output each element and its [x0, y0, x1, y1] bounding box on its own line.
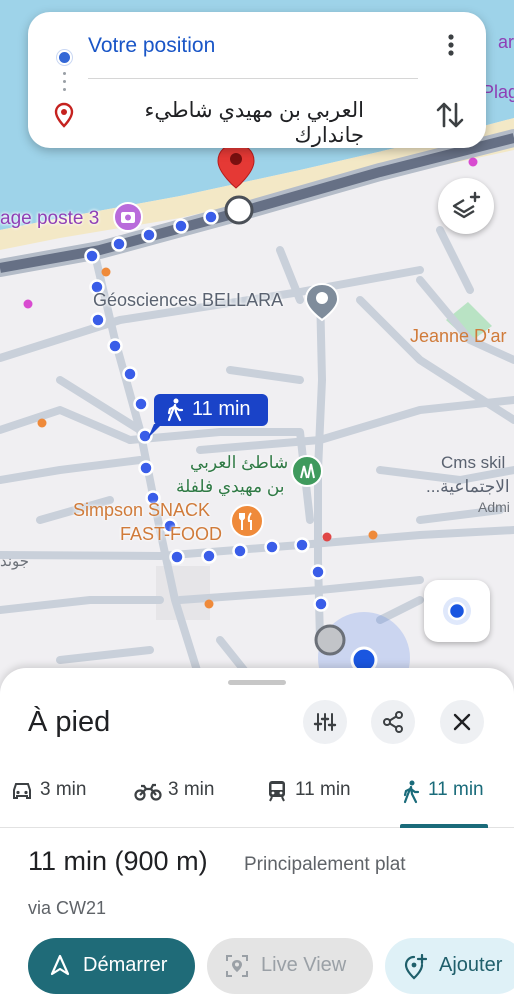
sliders-icon [313, 713, 337, 731]
tab-walk-label: 11 min [428, 779, 484, 800]
destination-field[interactable]: العربي بن مهيدي شاطيء جاندارك [86, 98, 364, 148]
destination-pin-icon [54, 102, 74, 128]
swap-directions-icon[interactable] [434, 98, 466, 132]
map-label-snack-1: Simpson SNACK [73, 500, 211, 520]
route-via: via CW21 [28, 898, 107, 918]
route-duration-bubble[interactable]: 11 min [154, 394, 268, 426]
tab-walk[interactable]: 11 min [402, 766, 502, 828]
tab-car-label: 3 min [40, 779, 87, 800]
drag-handle[interactable] [228, 680, 286, 685]
motorbike-icon [134, 783, 162, 801]
connector-dot [63, 72, 66, 75]
share-button[interactable] [371, 700, 415, 744]
route-options-button[interactable] [303, 700, 347, 744]
navigation-arrow-icon [50, 954, 70, 976]
route-summary: 11 min (900 m) [28, 846, 208, 876]
origin-dot-icon [57, 50, 72, 65]
more-options-icon[interactable] [438, 30, 464, 60]
layers-icon [452, 191, 481, 219]
map-label-park-2: بن مهيدي فلفلة [176, 477, 285, 496]
route-terrain-note: Principalement plat [244, 854, 406, 875]
destination-pin-icon[interactable] [214, 142, 258, 232]
connector-dot [63, 88, 66, 91]
map-label-left-edge: جوند [0, 553, 30, 570]
map-label-park-1: شاطئ العربي [190, 453, 289, 472]
park-poi-icon[interactable] [290, 454, 324, 488]
camera-poi-icon[interactable] [112, 201, 144, 233]
my-location-button[interactable] [424, 580, 490, 642]
car-icon [13, 783, 31, 799]
geosciences-poi-icon[interactable] [304, 282, 340, 322]
tab-motorbike-label: 3 min [168, 779, 215, 800]
add-location-icon [404, 954, 427, 980]
restaurant-poi-icon[interactable] [229, 503, 265, 539]
add-stop-label: Ajouter [439, 954, 503, 976]
live-view-button[interactable]: Live View [207, 938, 373, 994]
travel-mode-tabs: 3 min 3 min 11 min 11 min [0, 766, 514, 828]
map-label-jeanne: Jeanne D'ar [410, 326, 507, 346]
map-view[interactable]: age poste 3 Géosciences BELLARA Jeanne D… [0, 0, 514, 700]
train-icon [269, 781, 285, 802]
travel-mode-title: À pied [28, 706, 111, 738]
connector-dot [63, 80, 66, 83]
live-view-icon [226, 955, 248, 977]
my-location-icon [443, 597, 471, 625]
route-duration-label: 11 min [192, 398, 251, 420]
map-label-top-right: Plag [482, 82, 514, 102]
map-label-cms-2: ...الاجتماعية [426, 477, 510, 496]
map-label-top-right-2: ar [498, 32, 514, 52]
walk-icon [403, 780, 420, 804]
share-icon [383, 711, 403, 733]
map-label-cms-3: Admi [478, 499, 510, 515]
close-icon [453, 713, 471, 731]
walk-icon [167, 398, 184, 422]
map-label-geosciences: Géosciences BELLARA [93, 290, 284, 310]
directions-bottom-sheet: À pied 3 min 3 min 11 min 11 min 11 min … [0, 668, 514, 1000]
tab-transit-label: 11 min [295, 779, 351, 800]
start-navigation-button[interactable]: Démarrer [28, 938, 195, 994]
selected-tab-indicator [400, 824, 488, 828]
add-stop-button[interactable]: Ajouter [385, 938, 514, 994]
map-label-snack-2: FAST-FOOD [120, 524, 223, 544]
close-button[interactable] [440, 700, 484, 744]
tab-motorbike[interactable]: 3 min [134, 766, 224, 828]
directions-card: Votre position العربي بن مهيدي شاطيء جان… [28, 12, 486, 148]
tab-transit[interactable]: 11 min [267, 766, 367, 828]
divider [88, 78, 418, 79]
map-label-cms-1: Cms skil [441, 453, 506, 472]
map-layers-button[interactable] [438, 178, 494, 234]
bubble-tail [148, 424, 162, 438]
tab-car[interactable]: 3 min [10, 766, 100, 828]
start-navigation-label: Démarrer [83, 954, 168, 976]
live-view-label: Live View [261, 954, 347, 976]
map-label-plage-poste: age poste 3 [0, 208, 100, 229]
origin-field[interactable]: Votre position [88, 34, 215, 58]
